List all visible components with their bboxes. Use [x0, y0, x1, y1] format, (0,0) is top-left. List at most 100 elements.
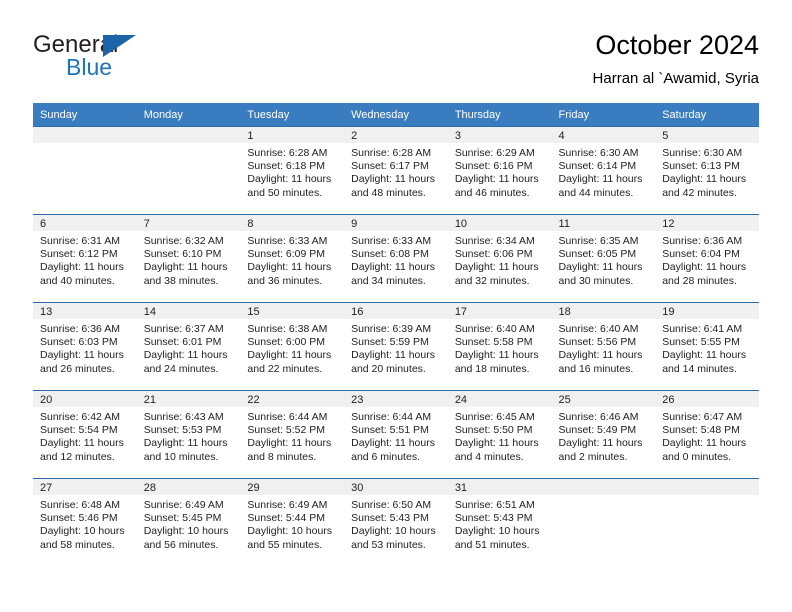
weekday-header-friday: Friday: [551, 103, 656, 127]
sunset-text: Sunset: 5:59 PM: [351, 336, 429, 349]
day-number: 30: [344, 479, 448, 495]
page-header: General Blue October 2024 Harran al `Awa…: [33, 28, 759, 98]
sunset-text: Sunset: 5:53 PM: [143, 424, 222, 437]
day-number: 26: [655, 391, 759, 407]
calendar-day-cell[interactable]: 7 Sunrise: 6:32 AM Sunset: 6:10 PM Daylight…: [136, 214, 241, 303]
calendar-day-cell[interactable]: 20 Sunrise: 6:42 AM Sunset: 5:54 PM Dayligh…: [33, 390, 137, 479]
calendar-day-cell[interactable]: 29 Sunrise: 6:49 AM Sunset: 5:44 PM Dayligh…: [240, 478, 345, 567]
day-details: Sunrise: 6:49 AM Sunset: 5:44 PM Daylight:…: [240, 495, 344, 552]
calendar-week-row: 20 Sunrise: 6:42 AM Sunset: 5:54 PM Dayligh…: [33, 390, 759, 479]
day-details: Sunrise: 6:41 AM Sunset: 5:55 PM Daylight:…: [655, 319, 759, 376]
day-number: 12: [655, 215, 759, 231]
day-details: Sunrise: 6:47 AM Sunset: 5:48 PM Daylight:…: [655, 407, 759, 464]
sunset-text: Sunset: 5:54 PM: [40, 424, 118, 437]
day-number: 22: [240, 391, 345, 407]
sunset-text: Sunset: 5:58 PM: [454, 336, 533, 349]
day-details: Sunrise: 6:36 AM Sunset: 6:03 PM Daylight:…: [33, 319, 137, 376]
calendar-day-cell[interactable]: 11 Sunrise: 6:35 AM Sunset: 6:05 PM Dayligh…: [551, 214, 656, 303]
day-number: 21: [136, 391, 241, 407]
sunrise-text: Sunrise: 6:28 AM: [247, 147, 328, 159]
day-number: 19: [655, 303, 759, 319]
sunset-text: Sunset: 6:05 PM: [558, 248, 637, 261]
calendar-day-cell-empty: [655, 478, 759, 567]
sunrise-text: Sunrise: 6:30 AM: [662, 147, 743, 159]
sunset-text: Sunset: 6:04 PM: [662, 248, 740, 261]
general-blue-logo[interactable]: General Blue: [33, 32, 233, 88]
calendar-day-cell[interactable]: 12 Sunrise: 6:36 AM Sunset: 6:04 PM Dayligh…: [655, 214, 759, 303]
daylight-text-line1: Daylight: 11 hours: [40, 437, 124, 450]
sunrise-text: Sunrise: 6:44 AM: [247, 411, 328, 423]
day-number: 29: [240, 479, 345, 495]
daylight-text-line1: Daylight: 11 hours: [662, 261, 747, 274]
sunrise-text: Sunrise: 6:42 AM: [40, 411, 120, 423]
weekday-header-thursday: Thursday: [447, 103, 552, 127]
sunset-text: Sunset: 5:56 PM: [558, 336, 637, 349]
day-number: 5: [655, 127, 759, 143]
calendar-week-row: 27 Sunrise: 6:48 AM Sunset: 5:46 PM Dayligh…: [33, 478, 759, 567]
calendar-day-cell[interactable]: 14 Sunrise: 6:37 AM Sunset: 6:01 PM Dayligh…: [136, 302, 241, 391]
calendar-day-cell[interactable]: 15 Sunrise: 6:38 AM Sunset: 6:00 PM Dayligh…: [240, 302, 345, 391]
sunrise-text: Sunrise: 6:34 AM: [454, 235, 535, 247]
daylight-text-line2: and 4 minutes.: [454, 450, 524, 463]
calendar-day-cell[interactable]: 26 Sunrise: 6:47 AM Sunset: 5:48 PM Dayligh…: [655, 390, 759, 479]
calendar-day-cell[interactable]: 16 Sunrise: 6:39 AM Sunset: 5:59 PM Dayligh…: [344, 302, 448, 391]
day-details: Sunrise: 6:34 AM Sunset: 6:06 PM Daylight:…: [448, 231, 552, 288]
calendar-day-cell[interactable]: 23 Sunrise: 6:44 AM Sunset: 5:51 PM Dayligh…: [344, 390, 448, 479]
title-block: October 2024 Harran al `Awamid, Syria: [593, 28, 759, 90]
daylight-text-line1: Daylight: 11 hours: [351, 261, 435, 274]
daylight-text-line1: Daylight: 11 hours: [351, 437, 435, 450]
daylight-text-line1: Daylight: 11 hours: [662, 349, 747, 362]
sunset-text: Sunset: 6:09 PM: [247, 248, 326, 261]
calendar-day-cell[interactable]: 6 Sunrise: 6:31 AM Sunset: 6:12 PM Daylight…: [33, 214, 137, 303]
calendar-day-cell[interactable]: 1 Sunrise: 6:28 AM Sunset: 6:18 PM Daylight…: [240, 126, 345, 215]
calendar-day-cell[interactable]: 27 Sunrise: 6:48 AM Sunset: 5:46 PM Dayligh…: [33, 478, 137, 567]
calendar-day-cell[interactable]: 3 Sunrise: 6:29 AM Sunset: 6:16 PM Daylight…: [447, 126, 552, 215]
calendar-day-cell[interactable]: 8 Sunrise: 6:33 AM Sunset: 6:09 PM Daylight…: [240, 214, 345, 303]
calendar-day-cell[interactable]: 4 Sunrise: 6:30 AM Sunset: 6:14 PM Daylight…: [551, 126, 656, 215]
day-details: Sunrise: 6:44 AM Sunset: 5:52 PM Daylight:…: [240, 407, 344, 464]
day-number: 1: [240, 127, 345, 143]
calendar-day-cell[interactable]: 17 Sunrise: 6:40 AM Sunset: 5:58 PM Dayligh…: [447, 302, 552, 391]
day-number: 31: [447, 479, 552, 495]
day-details: Sunrise: 6:45 AM Sunset: 5:50 PM Daylight:…: [448, 407, 552, 464]
day-number: 15: [240, 303, 345, 319]
daylight-text-line2: and 8 minutes.: [247, 450, 317, 463]
day-number: 9: [344, 215, 448, 231]
day-details: Sunrise: 6:46 AM Sunset: 5:49 PM Daylight:…: [552, 407, 656, 464]
calendar-day-cell[interactable]: 2 Sunrise: 6:28 AM Sunset: 6:17 PM Daylight…: [344, 126, 448, 215]
day-number: 8: [240, 215, 345, 231]
daylight-text-line1: Daylight: 11 hours: [454, 261, 539, 274]
day-details: Sunrise: 6:35 AM Sunset: 6:05 PM Daylight:…: [552, 231, 656, 288]
calendar-day-cell[interactable]: 28 Sunrise: 6:49 AM Sunset: 5:45 PM Dayligh…: [136, 478, 241, 567]
daylight-text-line2: and 6 minutes.: [351, 450, 420, 463]
sunrise-text: Sunrise: 6:40 AM: [558, 323, 639, 335]
calendar-day-cell[interactable]: 25 Sunrise: 6:46 AM Sunset: 5:49 PM Dayligh…: [551, 390, 656, 479]
calendar-day-cell[interactable]: 13 Sunrise: 6:36 AM Sunset: 6:03 PM Dayligh…: [33, 302, 137, 391]
calendar-header-row: Sunday Monday Tuesday Wednesday Thursday…: [33, 103, 759, 127]
calendar-day-cell[interactable]: 18 Sunrise: 6:40 AM Sunset: 5:56 PM Dayligh…: [551, 302, 656, 391]
calendar-day-cell[interactable]: 9 Sunrise: 6:33 AM Sunset: 6:08 PM Daylight…: [344, 214, 448, 303]
daylight-text-line1: Daylight: 11 hours: [558, 173, 643, 186]
calendar-day-cell[interactable]: 24 Sunrise: 6:45 AM Sunset: 5:50 PM Dayligh…: [447, 390, 552, 479]
calendar-day-cell[interactable]: 22 Sunrise: 6:44 AM Sunset: 5:52 PM Dayligh…: [240, 390, 345, 479]
day-number: 18: [551, 303, 656, 319]
calendar-day-cell[interactable]: 5 Sunrise: 6:30 AM Sunset: 6:13 PM Daylight…: [655, 126, 759, 215]
day-number: 7: [136, 215, 241, 231]
calendar-day-cell-empty: [33, 126, 137, 215]
day-details: Sunrise: 6:39 AM Sunset: 5:59 PM Daylight:…: [344, 319, 448, 376]
sunrise-text: Sunrise: 6:36 AM: [662, 235, 743, 247]
calendar-day-cell-empty: [136, 126, 241, 215]
weekday-header-tuesday: Tuesday: [240, 103, 345, 127]
calendar-day-cell[interactable]: 19 Sunrise: 6:41 AM Sunset: 5:55 PM Dayligh…: [655, 302, 759, 391]
sunrise-text: Sunrise: 6:35 AM: [558, 235, 639, 247]
calendar-day-cell[interactable]: 31 Sunrise: 6:51 AM Sunset: 5:43 PM Dayligh…: [447, 478, 552, 567]
sunrise-text: Sunrise: 6:37 AM: [143, 323, 224, 335]
day-details: Sunrise: 6:50 AM Sunset: 5:43 PM Daylight:…: [344, 495, 448, 552]
calendar-day-cell[interactable]: 21 Sunrise: 6:43 AM Sunset: 5:53 PM Dayligh…: [136, 390, 241, 479]
calendar-day-cell[interactable]: 30 Sunrise: 6:50 AM Sunset: 5:43 PM Dayligh…: [344, 478, 448, 567]
day-details: Sunrise: 6:42 AM Sunset: 5:54 PM Daylight:…: [33, 407, 137, 464]
daylight-text-line2: and 30 minutes.: [558, 274, 634, 287]
sunset-text: Sunset: 6:16 PM: [454, 160, 533, 173]
calendar-day-cell[interactable]: 10 Sunrise: 6:34 AM Sunset: 6:06 PM Dayligh…: [447, 214, 552, 303]
day-number: 23: [344, 391, 448, 407]
